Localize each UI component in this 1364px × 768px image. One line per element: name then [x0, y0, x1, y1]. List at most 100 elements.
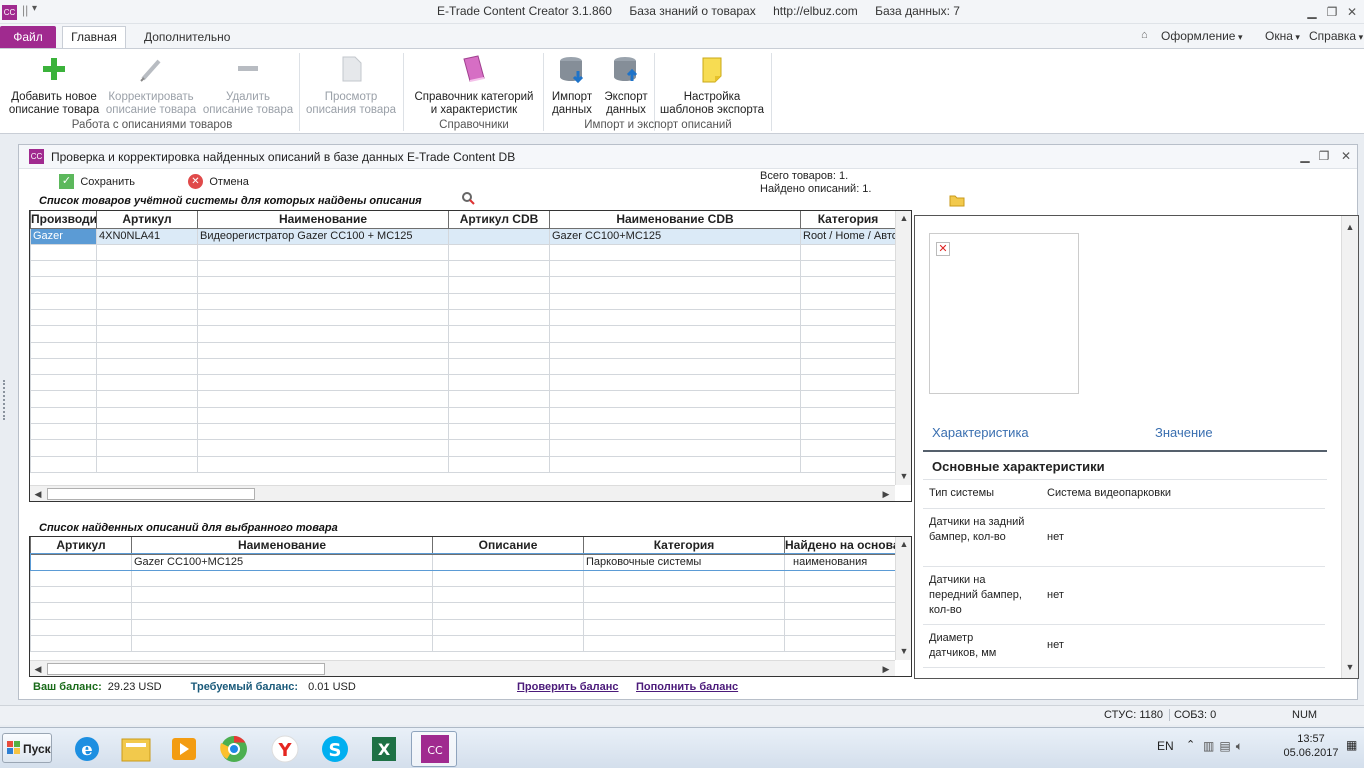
empty-cell[interactable]: [448, 325, 550, 343]
empty-cell[interactable]: [583, 634, 785, 653]
cell-name[interactable]: Gazer CC100+MC125: [131, 553, 433, 571]
props-vscroll[interactable]: ▲ ▼: [1341, 216, 1358, 678]
col-header-manufacturer[interactable]: Производитель: [30, 211, 97, 229]
language-indicator[interactable]: EN: [1157, 739, 1174, 753]
empty-cell[interactable]: [96, 423, 198, 441]
scroll-down-icon[interactable]: ▼: [897, 644, 911, 658]
products-vscroll[interactable]: ▲ ▼: [895, 211, 911, 485]
empty-cell[interactable]: [784, 586, 896, 604]
empty-cell[interactable]: [197, 455, 449, 473]
empty-cell[interactable]: [96, 357, 198, 376]
table-row-empty[interactable]: [30, 618, 896, 636]
empty-cell[interactable]: [583, 602, 785, 620]
start-button[interactable]: Пуск: [2, 733, 52, 763]
empty-cell[interactable]: [30, 602, 132, 620]
empty-cell[interactable]: [800, 308, 896, 327]
quick-access-dropdown-icon[interactable]: ▾: [32, 3, 37, 14]
col-header-description[interactable]: Описание: [432, 537, 584, 555]
empty-cell[interactable]: [448, 308, 550, 327]
empty-cell[interactable]: [549, 439, 801, 457]
empty-cell[interactable]: [131, 602, 433, 620]
empty-cell[interactable]: [784, 618, 896, 636]
table-row-empty[interactable]: [30, 292, 896, 310]
table-row-empty[interactable]: [30, 439, 896, 457]
empty-cell[interactable]: [197, 308, 449, 327]
table-row-empty[interactable]: [30, 586, 896, 604]
empty-cell[interactable]: [800, 374, 896, 392]
col-header-category[interactable]: Категория: [800, 211, 896, 229]
empty-cell[interactable]: [549, 276, 801, 294]
add-description-button[interactable]: Добавить новое описание товара: [6, 53, 102, 117]
products-hscroll[interactable]: ◀ ▶: [30, 485, 895, 501]
descriptions-hscroll[interactable]: ◀ ▶: [30, 660, 895, 676]
empty-cell[interactable]: [30, 260, 97, 278]
chrome-icon[interactable]: [211, 731, 257, 767]
cell-name[interactable]: Видеорегистратор Gazer CC100 + MC125: [197, 227, 449, 245]
network-icon[interactable]: ▥: [1203, 739, 1219, 753]
empty-cell[interactable]: [197, 423, 449, 441]
col-header-sku[interactable]: Артикул: [96, 211, 198, 229]
help-menu[interactable]: Справка ▾: [1309, 29, 1363, 43]
empty-cell[interactable]: [549, 406, 801, 425]
table-row-empty[interactable]: [30, 423, 896, 441]
empty-cell[interactable]: [448, 260, 550, 278]
empty-cell[interactable]: [30, 406, 97, 425]
empty-cell[interactable]: [197, 260, 449, 278]
empty-cell[interactable]: [800, 243, 896, 262]
table-row-empty[interactable]: [30, 634, 896, 653]
empty-cell[interactable]: [448, 390, 550, 408]
empty-cell[interactable]: [800, 390, 896, 408]
hscroll-thumb[interactable]: [47, 663, 325, 675]
scroll-left-icon[interactable]: ◀: [31, 487, 45, 501]
save-button[interactable]: ✓ Сохранить: [59, 174, 135, 190]
col-header-cdb-name[interactable]: Наименование CDB: [549, 211, 801, 229]
empty-cell[interactable]: [800, 325, 896, 343]
cell-manufacturer[interactable]: Gazer: [30, 227, 97, 245]
check-balance-link[interactable]: Проверить баланс: [517, 681, 619, 693]
design-menu[interactable]: Оформление ▾: [1161, 29, 1243, 43]
table-row[interactable]: Gazer CC100+MC125 Парковочные системы на…: [29, 552, 897, 572]
empty-cell[interactable]: [30, 357, 97, 376]
empty-cell[interactable]: [30, 618, 132, 636]
empty-cell[interactable]: [448, 439, 550, 457]
empty-cell[interactable]: [30, 586, 132, 604]
delete-description-button[interactable]: Удалить описание товара: [200, 53, 296, 117]
empty-cell[interactable]: [30, 341, 97, 359]
empty-cell[interactable]: [30, 439, 97, 457]
empty-cell[interactable]: [784, 602, 896, 620]
table-row-empty[interactable]: [30, 341, 896, 359]
topup-balance-link[interactable]: Пополнить баланс: [636, 681, 738, 693]
empty-cell[interactable]: [448, 341, 550, 359]
col-header-category[interactable]: Категория: [583, 537, 785, 555]
empty-cell[interactable]: [448, 423, 550, 441]
empty-cell[interactable]: [800, 276, 896, 294]
empty-cell[interactable]: [131, 618, 433, 636]
empty-cell[interactable]: [96, 455, 198, 473]
empty-cell[interactable]: [131, 634, 433, 653]
volume-icon[interactable]: 🔈︎: [1236, 739, 1248, 753]
empty-cell[interactable]: [784, 634, 896, 653]
empty-cell[interactable]: [197, 292, 449, 310]
cell-cdb-name[interactable]: Gazer CC100+MC125: [549, 227, 801, 245]
empty-cell[interactable]: [549, 423, 801, 441]
empty-cell[interactable]: [448, 292, 550, 310]
child-close-button[interactable]: ✕: [1337, 148, 1355, 164]
empty-cell[interactable]: [30, 423, 97, 441]
col-header-found-by[interactable]: Найдено на основании: [784, 537, 896, 555]
empty-cell[interactable]: [96, 406, 198, 425]
cell-found-by[interactable]: наименования: [784, 553, 896, 571]
scroll-right-icon[interactable]: ▶: [879, 487, 893, 501]
table-row-empty[interactable]: [30, 357, 896, 376]
scroll-left-icon[interactable]: ◀: [31, 662, 45, 676]
empty-cell[interactable]: [784, 569, 896, 588]
empty-cell[interactable]: [432, 586, 584, 604]
scroll-up-icon[interactable]: ▲: [897, 537, 911, 551]
empty-cell[interactable]: [96, 243, 198, 262]
empty-cell[interactable]: [800, 292, 896, 310]
table-row[interactable]: Gazer 4XN0NLA41 Видеорегистратор Gazer C…: [30, 227, 896, 245]
scroll-down-icon[interactable]: ▼: [897, 469, 911, 483]
explorer-folder-icon[interactable]: [113, 731, 159, 767]
empty-cell[interactable]: [197, 243, 449, 262]
empty-cell[interactable]: [30, 569, 132, 588]
export-data-button[interactable]: Экспорт данных: [600, 53, 652, 117]
